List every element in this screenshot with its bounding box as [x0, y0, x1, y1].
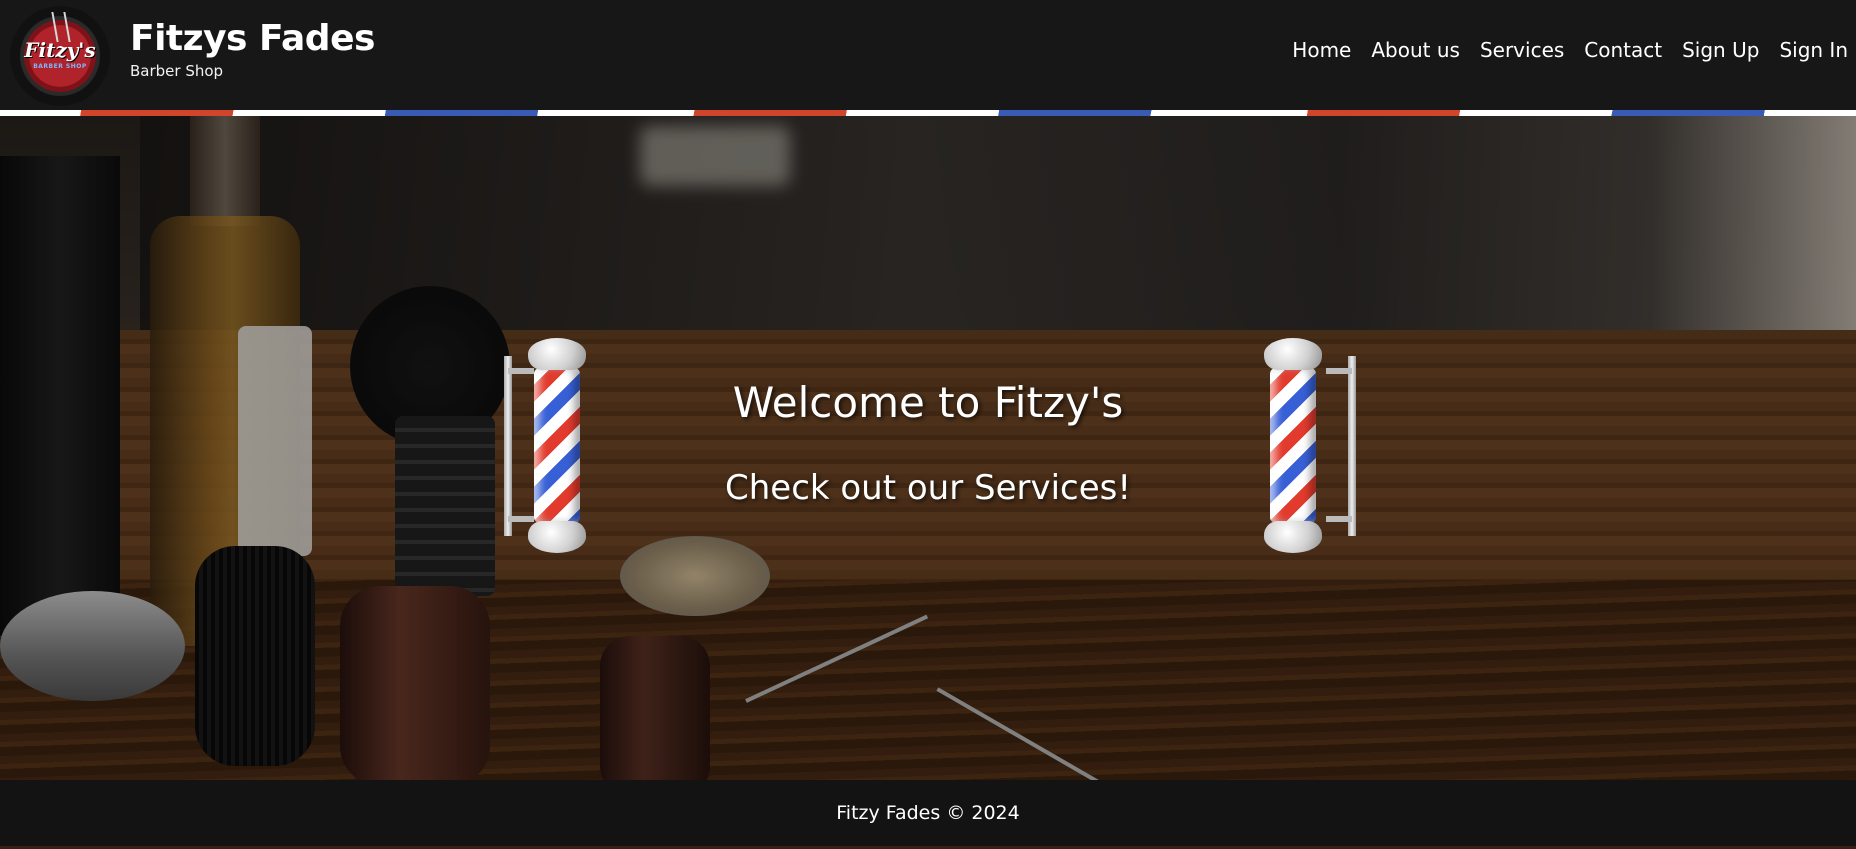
pole-cap: [1264, 338, 1322, 370]
nav-sign-up[interactable]: Sign Up: [1682, 38, 1759, 62]
brand-logo[interactable]: Fitzy's BARBER SHOP: [10, 6, 110, 106]
brand: Fitzys Fades Barber Shop: [130, 18, 375, 80]
footer-copyright: Fitzy Fades © 2024: [836, 802, 1020, 824]
nav-sign-in[interactable]: Sign In: [1779, 38, 1848, 62]
pole-arm: [508, 516, 534, 522]
logo-text: Fitzy's: [24, 38, 96, 62]
hero-overlay: [0, 116, 1856, 780]
nav-home[interactable]: Home: [1292, 38, 1351, 62]
pole-tube: [534, 368, 580, 523]
pole-arm: [1326, 516, 1352, 522]
barber-pole-icon: [500, 338, 590, 553]
brand-subtitle: Barber Shop: [130, 62, 224, 81]
brand-title[interactable]: Fitzys Fades: [130, 18, 375, 59]
pole-arm: [508, 368, 534, 374]
pole-bracket: [504, 356, 512, 536]
pole-arm: [1326, 368, 1352, 374]
nav-contact[interactable]: Contact: [1584, 38, 1662, 62]
pole-cap: [528, 521, 586, 553]
main-nav: Home About us Services Contact Sign Up S…: [1292, 38, 1848, 62]
pole-cap: [1264, 521, 1322, 553]
nav-services[interactable]: Services: [1480, 38, 1564, 62]
pole-tube: [1270, 368, 1316, 523]
nav-about-us[interactable]: About us: [1371, 38, 1460, 62]
logo-subtext: BARBER SHOP: [33, 63, 87, 70]
hero-title: Welcome to Fitzy's: [732, 378, 1124, 427]
pole-cap: [528, 338, 586, 370]
pole-bracket: [1348, 356, 1356, 536]
hero-subtitle[interactable]: Check out our Services!: [628, 468, 1228, 508]
barber-pole-icon: [1264, 338, 1356, 553]
hero-section: Welcome to Fitzy's Check out our Service…: [0, 116, 1856, 780]
site-footer: Fitzy Fades © 2024: [0, 780, 1856, 846]
site-header: Fitzy's BARBER SHOP Fitzys Fades Barber …: [0, 0, 1856, 110]
